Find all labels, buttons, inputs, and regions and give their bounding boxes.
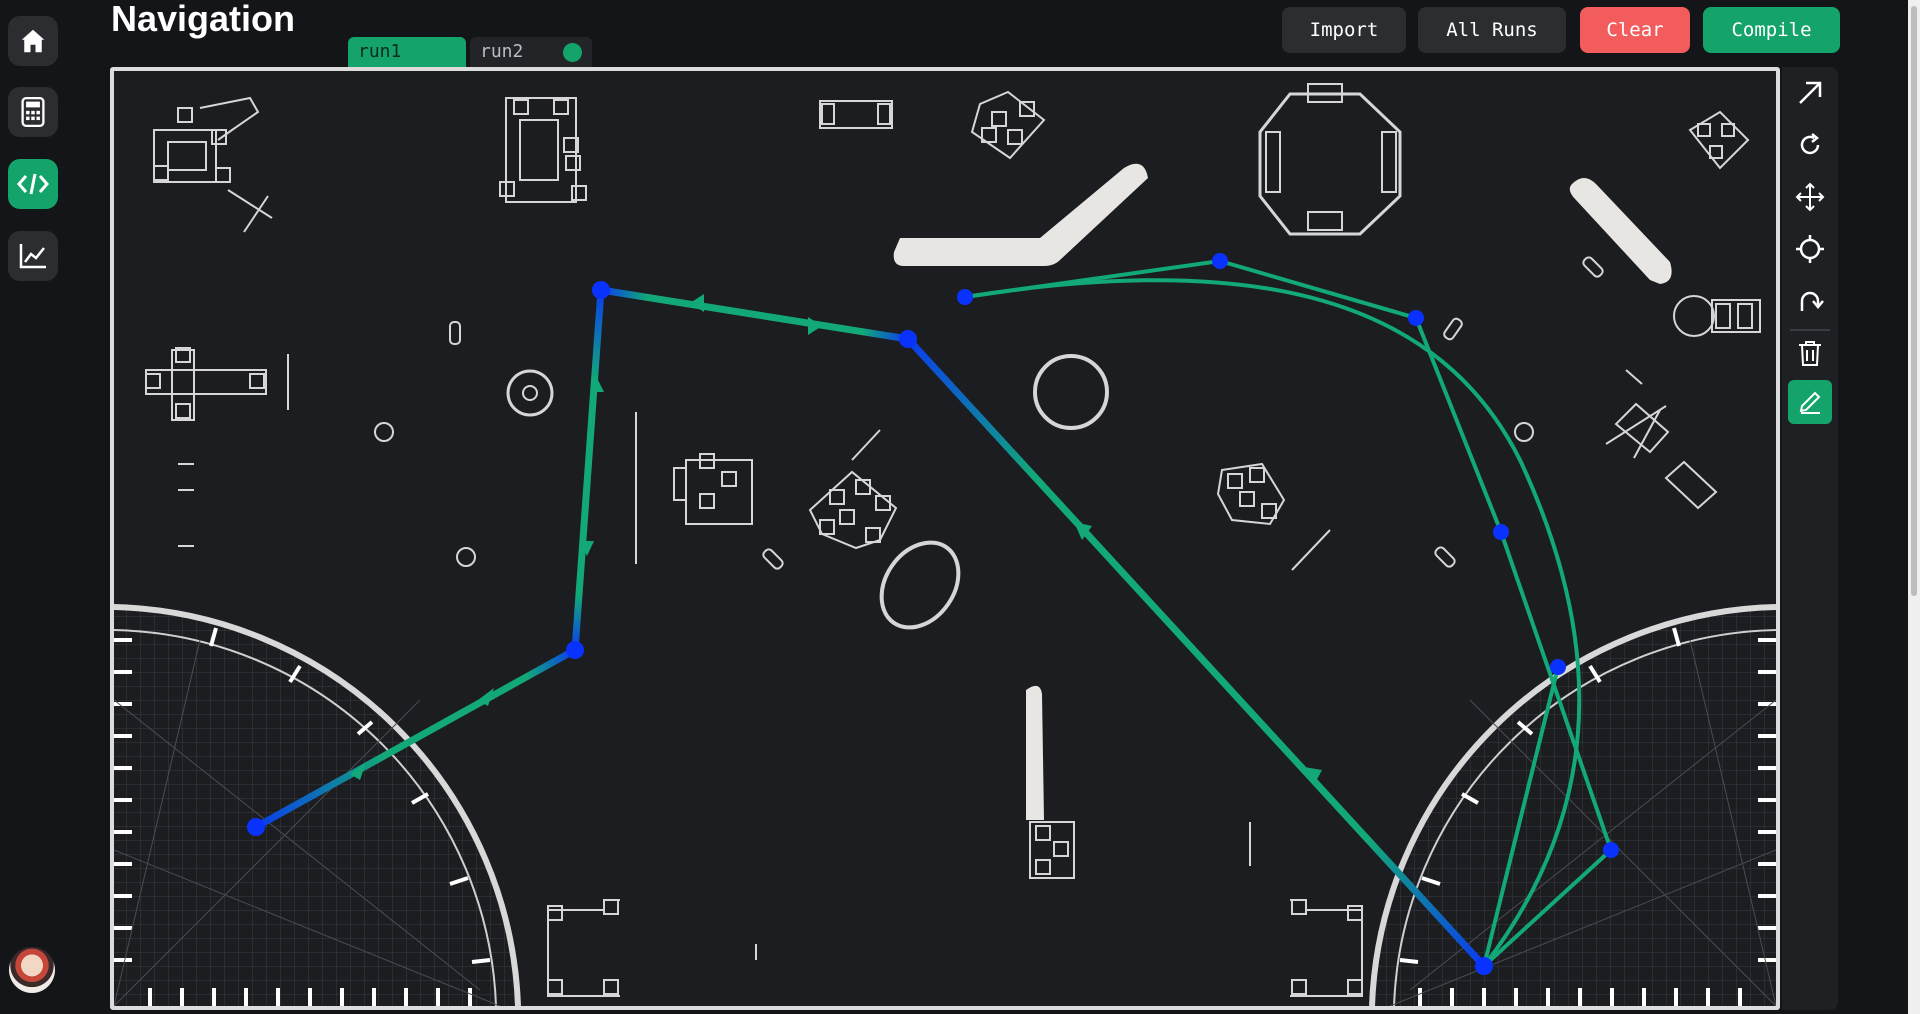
scrollbar-thumb[interactable] <box>1911 6 1917 596</box>
field-drawing[interactable] <box>0 0 1920 1014</box>
tool-rotate[interactable] <box>1788 123 1832 167</box>
redo-arrow-icon <box>1800 291 1824 311</box>
crosshair-icon <box>1796 235 1824 263</box>
tool-redo[interactable] <box>1788 279 1832 323</box>
tool-draw[interactable] <box>1788 380 1832 424</box>
tool-target[interactable] <box>1788 227 1832 271</box>
page-scrollbar[interactable] <box>1908 0 1920 1014</box>
rotate-icon <box>1800 133 1820 155</box>
pencil-icon <box>1799 391 1821 414</box>
tool-arrow[interactable] <box>1788 71 1832 115</box>
move-icon <box>1795 182 1825 212</box>
tool-move[interactable] <box>1788 175 1832 219</box>
field-toolbar <box>1782 67 1838 1010</box>
trash-icon <box>1799 341 1821 366</box>
tool-delete[interactable] <box>1788 331 1832 375</box>
arrow-up-right-icon <box>1799 81 1822 104</box>
